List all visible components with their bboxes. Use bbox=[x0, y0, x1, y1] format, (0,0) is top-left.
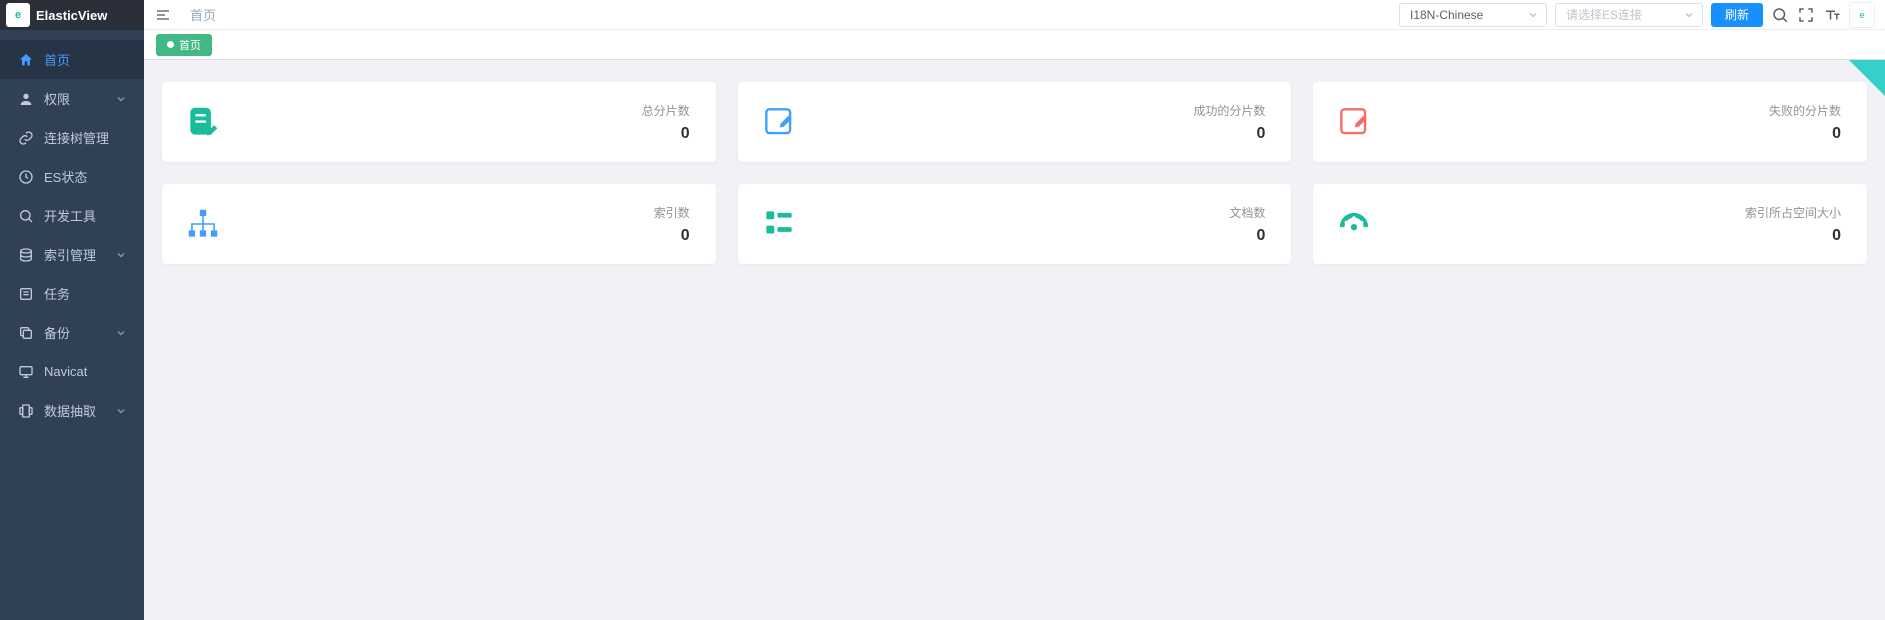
link-icon bbox=[18, 130, 34, 146]
stat-label: 索引所占空间大小 bbox=[1745, 204, 1841, 221]
tab-label: 首页 bbox=[179, 37, 201, 53]
stat-value: 0 bbox=[1769, 125, 1841, 143]
sidebar-item-label: 首页 bbox=[44, 50, 126, 69]
user-icon bbox=[18, 91, 34, 107]
stat-card-1: 成功的分片数 0 bbox=[738, 82, 1292, 162]
content-area: 总分片数 0 成功的分片数 0 失败的分片数 0 索引数 0 文档数 0 索引所占空间大小 0 bbox=[144, 60, 1885, 620]
sidebar-item-5[interactable]: 索引管理 bbox=[0, 235, 144, 274]
search-icon[interactable] bbox=[1771, 6, 1789, 24]
sidebar-item-4[interactable]: 开发工具 bbox=[0, 196, 144, 235]
stat-label: 失败的分片数 bbox=[1769, 102, 1841, 119]
app-name: ElasticView bbox=[36, 8, 107, 23]
sidebar-item-7[interactable]: 备份 bbox=[0, 313, 144, 352]
chevron-down-icon bbox=[116, 406, 126, 416]
stat-card-2: 失败的分片数 0 bbox=[1313, 82, 1867, 162]
hamburger-icon[interactable] bbox=[154, 6, 172, 24]
stat-label: 索引数 bbox=[654, 204, 690, 221]
chevron-down-icon bbox=[116, 328, 126, 338]
db-icon bbox=[18, 403, 34, 419]
stat-label: 文档数 bbox=[1229, 204, 1265, 221]
stat-value: 0 bbox=[654, 227, 690, 245]
sidebar-item-label: ES状态 bbox=[44, 167, 126, 186]
user-logo-icon[interactable]: e bbox=[1849, 2, 1875, 28]
font-size-icon[interactable] bbox=[1823, 6, 1841, 24]
sidebar-item-label: 数据抽取 bbox=[44, 401, 116, 420]
header: 首页 I18N-Chinese 请选择ES连接 刷新 e bbox=[144, 0, 1885, 30]
copy-icon bbox=[18, 325, 34, 341]
sidebar-item-2[interactable]: 连接树管理 bbox=[0, 118, 144, 157]
sidebar-item-3[interactable]: ES状态 bbox=[0, 157, 144, 196]
chevron-down-icon bbox=[1528, 10, 1538, 20]
chevron-down-icon bbox=[1684, 10, 1694, 20]
note-edit-icon bbox=[760, 103, 798, 141]
stat-label: 总分片数 bbox=[642, 102, 690, 119]
stat-card-4: 文档数 0 bbox=[738, 184, 1292, 264]
refresh-button[interactable]: 刷新 bbox=[1711, 3, 1763, 27]
chevron-down-icon bbox=[116, 250, 126, 260]
stat-value: 0 bbox=[1229, 227, 1265, 245]
sidebar-logo[interactable]: e ElasticView bbox=[0, 0, 144, 30]
stat-card-5: 索引所占空间大小 0 bbox=[1313, 184, 1867, 264]
sidebar-item-label: 备份 bbox=[44, 323, 116, 342]
sidebar-item-label: 连接树管理 bbox=[44, 128, 126, 147]
chevron-down-icon bbox=[116, 94, 126, 104]
sidebar-item-6[interactable]: 任务 bbox=[0, 274, 144, 313]
tab-home[interactable]: 首页 bbox=[156, 34, 212, 56]
layers-icon bbox=[18, 247, 34, 263]
sidebar-item-label: Navicat bbox=[44, 364, 126, 379]
note-fail-icon bbox=[1335, 103, 1373, 141]
sidebar-item-label: 任务 bbox=[44, 284, 126, 303]
tab-active-dot-icon bbox=[167, 41, 174, 48]
stat-card-0: 总分片数 0 bbox=[162, 82, 716, 162]
logo-icon: e bbox=[6, 3, 30, 27]
corner-ribbon-icon[interactable] bbox=[1849, 60, 1885, 96]
fullscreen-icon[interactable] bbox=[1797, 6, 1815, 24]
sidebar-item-1[interactable]: 权限 bbox=[0, 79, 144, 118]
sidebar-item-8[interactable]: Navicat bbox=[0, 352, 144, 391]
sidebar: e ElasticView 首页权限连接树管理 ES状态开发工具索引管理任务备份 N… bbox=[0, 0, 144, 620]
list-icon bbox=[18, 286, 34, 302]
sidebar-item-9[interactable]: 数据抽取 bbox=[0, 391, 144, 430]
stat-value: 0 bbox=[642, 125, 690, 143]
tree-icon bbox=[184, 205, 222, 243]
tabs-bar: 首页 bbox=[144, 30, 1885, 60]
stat-label: 成功的分片数 bbox=[1193, 102, 1265, 119]
stat-card-3: 索引数 0 bbox=[162, 184, 716, 264]
clock-icon bbox=[18, 169, 34, 185]
breadcrumb: 首页 bbox=[190, 5, 216, 24]
doc-edit-icon bbox=[184, 103, 222, 141]
sidebar-item-label: 开发工具 bbox=[44, 206, 126, 225]
lang-select-value: I18N-Chinese bbox=[1410, 8, 1483, 22]
sidebar-item-0[interactable]: 首页 bbox=[0, 40, 144, 79]
home-icon bbox=[18, 52, 34, 68]
gauge-icon bbox=[1335, 205, 1373, 243]
sidebar-item-label: 索引管理 bbox=[44, 245, 116, 264]
sidebar-item-label: 权限 bbox=[44, 89, 116, 108]
es-connection-select[interactable]: 请选择ES连接 bbox=[1555, 3, 1703, 27]
stat-value: 0 bbox=[1193, 125, 1265, 143]
search-icon bbox=[18, 208, 34, 224]
stat-value: 0 bbox=[1745, 227, 1841, 245]
es-select-placeholder: 请选择ES连接 bbox=[1566, 6, 1642, 23]
monitor-icon bbox=[18, 364, 34, 380]
list-doc-icon bbox=[760, 205, 798, 243]
lang-select[interactable]: I18N-Chinese bbox=[1399, 3, 1547, 27]
